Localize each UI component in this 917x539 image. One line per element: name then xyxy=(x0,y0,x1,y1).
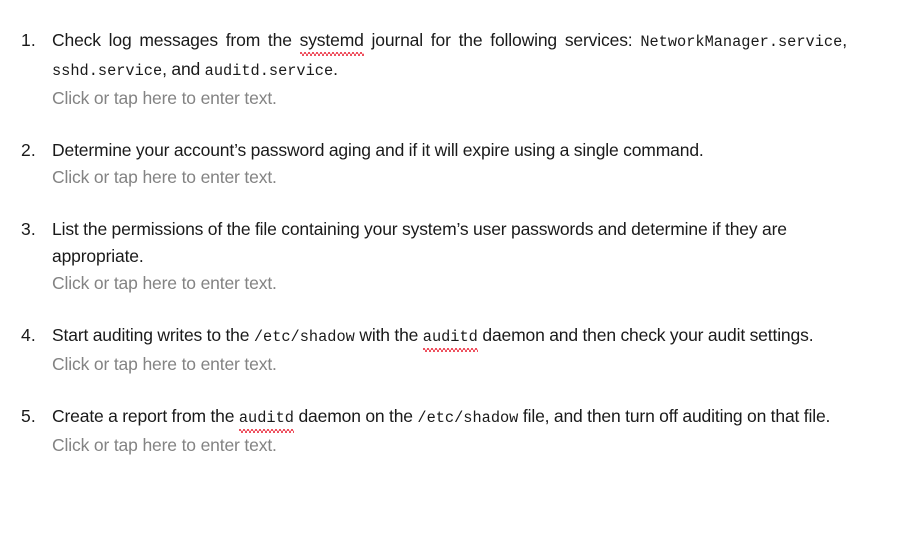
inline-code: sshd.service xyxy=(52,62,163,80)
question-text-run: , xyxy=(842,30,847,50)
question-item: 2. Determine your account’s password agin… xyxy=(0,137,847,191)
answer-placeholder-field[interactable]: Click or tap here to enter text. xyxy=(52,432,847,459)
inline-code: /etc/shadow xyxy=(253,328,355,346)
question-text-run: journal for the following services: xyxy=(363,30,641,50)
misspelled-inline-code: auditd xyxy=(422,324,478,352)
question-list: 1. Check log messages from the systemd jo… xyxy=(0,27,847,459)
question-number: 2. xyxy=(21,140,36,160)
question-item: 1. Check log messages from the systemd jo… xyxy=(0,27,847,112)
misspelled-inline-code: auditd xyxy=(238,405,295,433)
question-number: 5. xyxy=(21,406,36,426)
document-page: 1. Check log messages from the systemd jo… xyxy=(0,0,917,539)
question-text: Check log messages from the systemd jour… xyxy=(52,27,847,85)
question-text-run: Start auditing writes to the xyxy=(52,325,254,345)
question-text-run: daemon and then check your audit setting… xyxy=(477,325,814,345)
inline-code: auditd.service xyxy=(204,62,334,80)
question-text: Determine your account’s password aging … xyxy=(52,137,847,164)
question-item: 4. Start auditing writes to the /etc/shad… xyxy=(0,322,847,378)
inline-code: NetworkManager.service xyxy=(640,33,843,51)
answer-placeholder-field[interactable]: Click or tap here to enter text. xyxy=(52,351,847,378)
question-number: 4. xyxy=(21,325,36,345)
question-number: 3. xyxy=(21,219,36,239)
question-text-run: with the xyxy=(354,325,423,345)
answer-placeholder-field[interactable]: Click or tap here to enter text. xyxy=(52,85,847,112)
question-text-run: file, and then turn off auditing on that… xyxy=(518,406,831,426)
question-item: 3. List the permissions of the file conta… xyxy=(0,216,847,297)
question-text-run: , and xyxy=(162,59,205,79)
question-text: Start auditing writes to the /etc/shadow… xyxy=(52,322,847,352)
misspelled-word: systemd xyxy=(299,27,364,56)
question-text-run: Determine your account’s password aging … xyxy=(52,140,704,160)
question-text-run: List the permissions of the file contain… xyxy=(52,219,787,266)
inline-code: /etc/shadow xyxy=(417,409,519,427)
question-item: 5. Create a report from the auditd daemon… xyxy=(0,403,847,459)
question-text-run: . xyxy=(333,59,338,79)
question-text-run: Create a report from the xyxy=(52,406,239,426)
answer-placeholder-field[interactable]: Click or tap here to enter text. xyxy=(52,164,847,191)
question-text: List the permissions of the file contain… xyxy=(52,216,847,270)
answer-placeholder-field[interactable]: Click or tap here to enter text. xyxy=(52,270,847,297)
question-text-run: daemon on the xyxy=(293,406,418,426)
question-number: 1. xyxy=(21,30,36,50)
question-text: Create a report from the auditd daemon o… xyxy=(52,403,847,433)
question-text-run: Check log messages from the xyxy=(52,30,300,50)
